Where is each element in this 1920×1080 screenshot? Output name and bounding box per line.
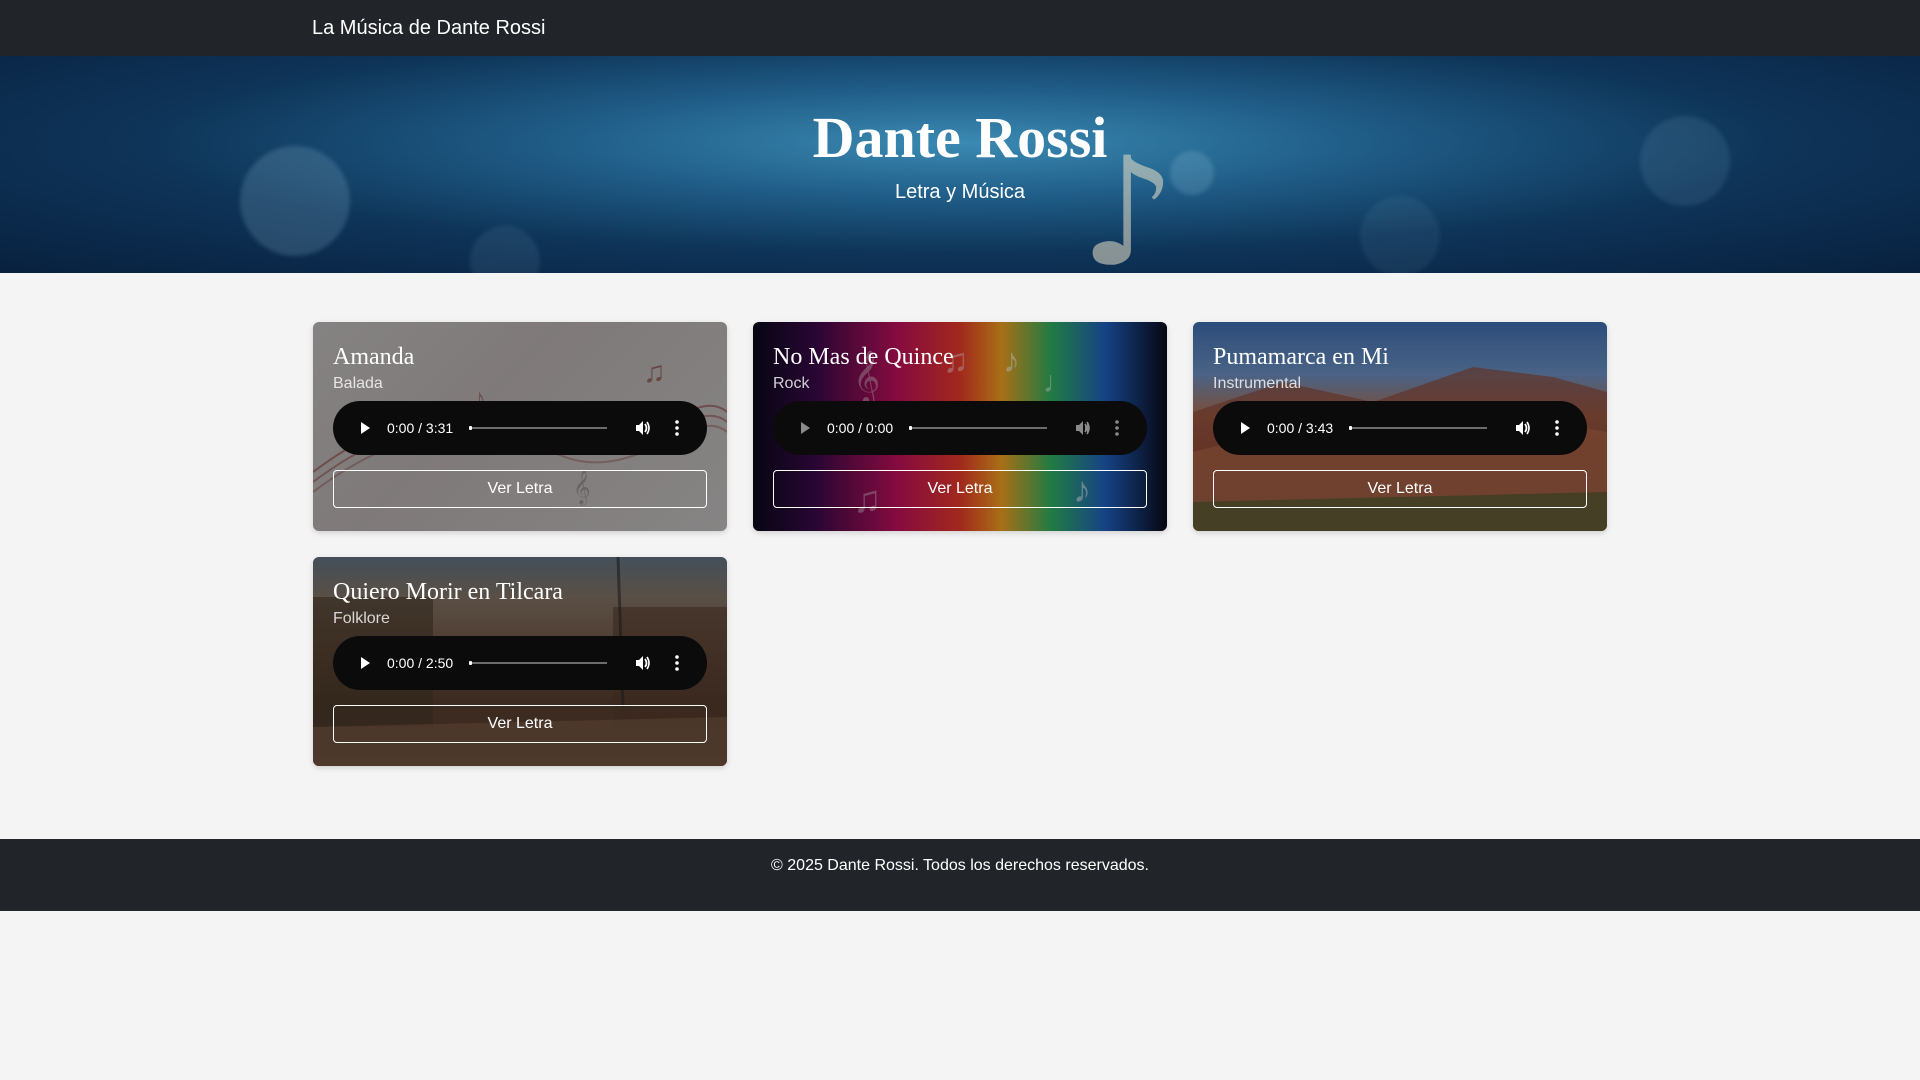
progress-slider[interactable]	[469, 426, 607, 430]
audio-player[interactable]: 0:00 / 3:43	[1213, 401, 1587, 455]
play-icon[interactable]	[351, 414, 379, 442]
hero-banner: ♪ Dante Rossi Letra y Música	[0, 56, 1920, 273]
audio-player[interactable]: 0:00 / 0:00	[773, 401, 1147, 455]
song-title: Amanda	[333, 344, 415, 370]
footer-copyright: © 2025 Dante Rossi. Todos los derechos r…	[771, 857, 1149, 874]
play-icon[interactable]	[351, 649, 379, 677]
more-options-icon[interactable]	[1103, 414, 1131, 442]
hero-bokeh	[1360, 196, 1440, 273]
play-icon[interactable]	[1231, 414, 1259, 442]
song-genre: Instrumental	[1213, 375, 1302, 392]
hero-subtitle: Letra y Música	[894, 181, 1026, 203]
song-card: Quiero Morir en Tilcara Folklore 0:00 / …	[313, 557, 727, 766]
song-title: No Mas de Quince	[773, 344, 954, 370]
card-content: Amanda Balada 0:00 / 3:31 Ver Letra	[313, 322, 727, 531]
ver-letra-button[interactable]: Ver Letra	[333, 705, 707, 743]
songs-grid: ♫ ♪ 𝄞 Amanda Balada 0:00 / 3:31 Ver Letr…	[0, 273, 1920, 840]
play-icon[interactable]	[791, 414, 819, 442]
song-card: ♫ ♪ 𝄞 Amanda Balada 0:00 / 3:31 Ver Letr…	[313, 322, 727, 531]
navbar: La Música de Dante Rossi	[0, 0, 1920, 56]
song-title: Pumamarca en Mi	[1213, 344, 1389, 370]
audio-player[interactable]: 0:00 / 2:50	[333, 636, 707, 690]
song-genre: Folklore	[333, 610, 390, 627]
song-card: Pumamarca en Mi Instrumental 0:00 / 3:43…	[1193, 322, 1607, 531]
card-content: Quiero Morir en Tilcara Folklore 0:00 / …	[313, 557, 727, 766]
ver-letra-button[interactable]: Ver Letra	[773, 470, 1147, 508]
hero-bokeh	[470, 226, 540, 273]
ver-letra-button[interactable]: Ver Letra	[333, 470, 707, 508]
navbar-brand[interactable]: La Música de Dante Rossi	[312, 17, 545, 40]
progress-slider[interactable]	[469, 661, 607, 665]
volume-icon[interactable]	[1069, 414, 1097, 442]
song-card: 𝄞 ♫ ♪ ♩ ♫ ♪ No Mas de Quince Rock 0:00 /…	[753, 322, 1167, 531]
more-options-icon[interactable]	[663, 649, 691, 677]
player-time: 0:00 / 3:43	[1267, 420, 1334, 436]
card-content: Pumamarca en Mi Instrumental 0:00 / 3:43…	[1193, 322, 1607, 531]
volume-icon[interactable]	[629, 414, 657, 442]
song-genre: Rock	[773, 375, 810, 392]
progress-slider[interactable]	[909, 426, 1047, 430]
song-title: Quiero Morir en Tilcara	[333, 579, 563, 605]
player-time: 0:00 / 3:31	[387, 420, 454, 436]
volume-icon[interactable]	[1509, 414, 1537, 442]
more-options-icon[interactable]	[1543, 414, 1571, 442]
song-genre: Balada	[333, 375, 383, 392]
hero-title: Dante Rossi	[812, 105, 1108, 170]
more-options-icon[interactable]	[663, 414, 691, 442]
progress-slider[interactable]	[1349, 426, 1487, 430]
card-content: No Mas de Quince Rock 0:00 / 0:00 Ver Le…	[753, 322, 1167, 531]
ver-letra-button[interactable]: Ver Letra	[1213, 470, 1587, 508]
footer: © 2025 Dante Rossi. Todos los derechos r…	[0, 839, 1920, 911]
volume-icon[interactable]	[629, 649, 657, 677]
audio-player[interactable]: 0:00 / 3:31	[333, 401, 707, 455]
player-time: 0:00 / 0:00	[827, 420, 894, 436]
player-time: 0:00 / 2:50	[387, 655, 454, 671]
